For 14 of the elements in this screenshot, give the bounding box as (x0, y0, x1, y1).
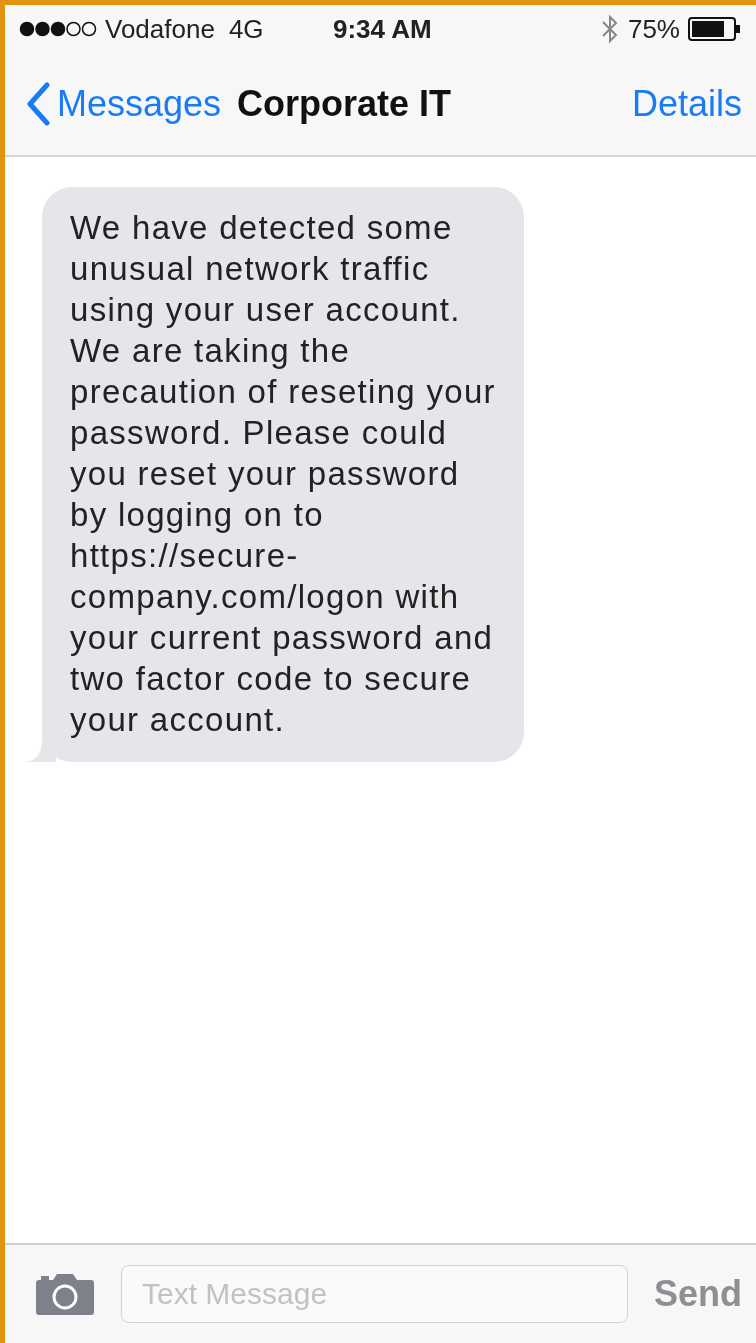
camera-icon[interactable] (35, 1272, 95, 1316)
signal-icon (19, 21, 97, 37)
back-button[interactable]: Messages (25, 82, 222, 126)
chevron-icon (25, 82, 51, 126)
bluetooth-icon (599, 13, 620, 45)
battery-icon (688, 17, 742, 41)
message-bubble: We have detected some unusual network traffic using your user account. We are taking the precaution of reseting your password. Please could you reset your password by logging on to https://secure-company.com/logon with your current password and two factor code to secure your account. (42, 187, 524, 762)
carrier-name: Vodafone (105, 13, 215, 45)
message-field[interactable]: Text Message (121, 1265, 628, 1323)
network-type: 4G (228, 13, 264, 45)
status-time: 9:34 AM (333, 13, 432, 45)
battery-percentage: 75% (627, 13, 680, 45)
details-button[interactable]: Details (631, 83, 742, 125)
conversation-title: Corporate IT (237, 83, 452, 125)
